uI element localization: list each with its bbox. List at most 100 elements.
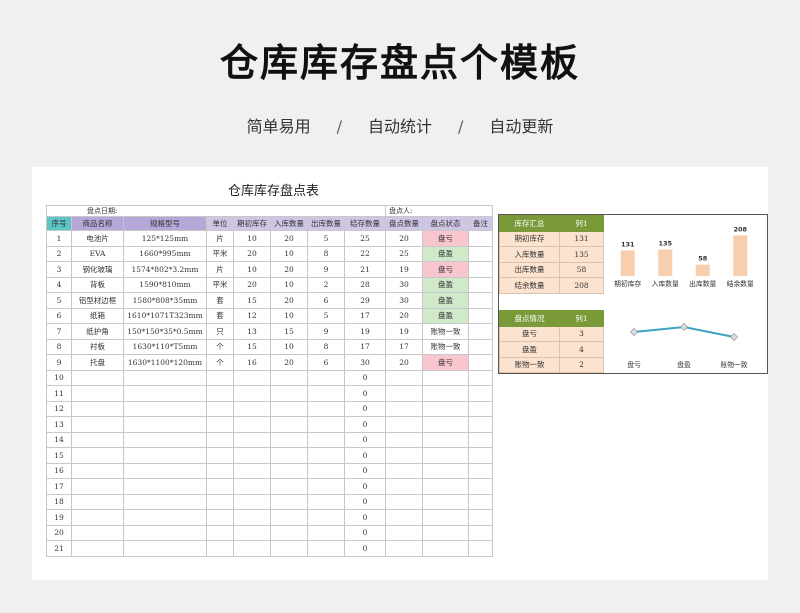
table-cell[interactable] <box>468 338 493 355</box>
table-cell[interactable]: 10 <box>233 230 271 247</box>
table-cell[interactable] <box>385 400 423 417</box>
table-cell[interactable] <box>468 354 493 371</box>
table-cell[interactable]: 1660*995mm <box>123 245 207 262</box>
column-header[interactable]: 序号 <box>46 216 72 231</box>
table-cell[interactable]: 衬板 <box>71 338 124 355</box>
table-cell[interactable] <box>307 524 345 541</box>
summary-cell[interactable]: 58 <box>559 261 604 278</box>
table-cell[interactable] <box>233 462 271 479</box>
table-cell[interactable]: 20 <box>46 524 72 541</box>
table-cell[interactable] <box>270 369 308 386</box>
table-cell[interactable]: 0 <box>344 385 386 402</box>
table-cell[interactable] <box>233 385 271 402</box>
table-cell[interactable]: 20 <box>233 245 271 262</box>
status-cell[interactable] <box>422 540 469 557</box>
table-cell[interactable]: 4 <box>46 276 72 293</box>
table-cell[interactable] <box>468 478 493 495</box>
table-cell[interactable]: 20 <box>385 354 423 371</box>
table-cell[interactable] <box>206 540 234 557</box>
table-cell[interactable]: 8 <box>46 338 72 355</box>
table-cell[interactable]: 套 <box>206 292 234 309</box>
summary-header-cell[interactable]: 列1 <box>559 215 604 232</box>
table-cell[interactable]: 15 <box>233 338 271 355</box>
table-cell[interactable] <box>71 524 124 541</box>
table-cell[interactable] <box>468 462 493 479</box>
table-cell[interactable]: 9 <box>307 261 345 278</box>
table-cell[interactable] <box>270 493 308 510</box>
table-cell[interactable] <box>71 509 124 526</box>
table-cell[interactable] <box>468 524 493 541</box>
table-cell[interactable] <box>468 493 493 510</box>
table-cell[interactable] <box>71 400 124 417</box>
table-cell[interactable]: 20 <box>270 230 308 247</box>
table-cell[interactable]: 1 <box>46 230 72 247</box>
table-cell[interactable] <box>233 447 271 464</box>
table-cell[interactable] <box>206 431 234 448</box>
table-cell[interactable] <box>71 447 124 464</box>
table-cell[interactable] <box>270 400 308 417</box>
table-cell[interactable] <box>123 385 207 402</box>
table-cell[interactable] <box>468 261 493 278</box>
table-cell[interactable]: 电池片 <box>71 230 124 247</box>
table-cell[interactable] <box>233 493 271 510</box>
table-cell[interactable]: 30 <box>344 354 386 371</box>
status-cell[interactable]: 盘盈 <box>422 245 469 262</box>
table-cell[interactable] <box>270 524 308 541</box>
table-cell[interactable] <box>123 524 207 541</box>
table-cell[interactable]: 20 <box>270 354 308 371</box>
table-cell[interactable]: 0 <box>344 478 386 495</box>
table-cell[interactable] <box>206 385 234 402</box>
status-cell[interactable] <box>422 385 469 402</box>
table-cell[interactable]: EVA <box>71 245 124 262</box>
table-cell[interactable]: 1630*110*T5mm <box>123 338 207 355</box>
table-cell[interactable] <box>71 462 124 479</box>
table-cell[interactable]: 1630*1100*120mm <box>123 354 207 371</box>
table-cell[interactable] <box>206 369 234 386</box>
table-cell[interactable]: 个 <box>206 338 234 355</box>
status-cell[interactable]: 盘亏 <box>422 230 469 247</box>
table-cell[interactable] <box>71 416 124 433</box>
table-cell[interactable] <box>270 385 308 402</box>
table-cell[interactable]: 钢化玻璃 <box>71 261 124 278</box>
table-cell[interactable]: 0 <box>344 416 386 433</box>
table-cell[interactable]: 背板 <box>71 276 124 293</box>
column-header[interactable]: 单位 <box>206 216 234 231</box>
table-cell[interactable]: 16 <box>46 462 72 479</box>
table-cell[interactable]: 15 <box>270 323 308 340</box>
table-cell[interactable] <box>123 493 207 510</box>
status-cell[interactable] <box>422 493 469 510</box>
table-cell[interactable] <box>385 540 423 557</box>
table-cell[interactable] <box>206 524 234 541</box>
summary-cell[interactable]: 2 <box>559 356 604 373</box>
table-cell[interactable]: 1580*808*35mm <box>123 292 207 309</box>
table-cell[interactable] <box>206 462 234 479</box>
table-cell[interactable]: 个 <box>206 354 234 371</box>
table-cell[interactable]: 15 <box>46 447 72 464</box>
status-cell[interactable]: 盘盈 <box>422 292 469 309</box>
table-cell[interactable]: 19 <box>385 323 423 340</box>
table-cell[interactable]: 150*150*35*0.5mm <box>123 323 207 340</box>
table-cell[interactable] <box>468 509 493 526</box>
table-cell[interactable]: 0 <box>344 447 386 464</box>
table-cell[interactable] <box>233 431 271 448</box>
table-cell[interactable]: 9 <box>307 323 345 340</box>
summary-cell[interactable]: 131 <box>559 230 604 247</box>
table-cell[interactable]: 17 <box>46 478 72 495</box>
table-cell[interactable] <box>71 478 124 495</box>
status-cell[interactable]: 账物一致 <box>422 323 469 340</box>
table-cell[interactable] <box>123 369 207 386</box>
table-cell[interactable] <box>385 524 423 541</box>
table-cell[interactable] <box>468 447 493 464</box>
table-cell[interactable] <box>307 462 345 479</box>
table-cell[interactable] <box>307 400 345 417</box>
status-cell[interactable]: 盘盈 <box>422 307 469 324</box>
table-cell[interactable]: 28 <box>344 276 386 293</box>
table-cell[interactable]: 17 <box>385 338 423 355</box>
table-cell[interactable] <box>307 385 345 402</box>
table-cell[interactable]: 16 <box>233 354 271 371</box>
table-cell[interactable]: 只 <box>206 323 234 340</box>
table-cell[interactable] <box>385 493 423 510</box>
table-cell[interactable]: 0 <box>344 369 386 386</box>
table-cell[interactable] <box>385 478 423 495</box>
table-cell[interactable] <box>468 292 493 309</box>
